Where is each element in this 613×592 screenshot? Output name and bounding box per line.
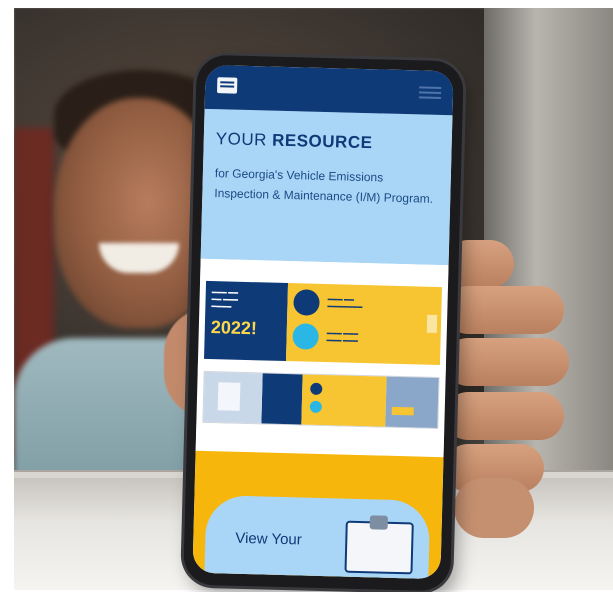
logo-icon[interactable] <box>216 77 238 94</box>
finger <box>444 392 564 440</box>
smartphone: YOUR RESOURCE for Georgia's Vehicle Emis… <box>183 54 464 592</box>
inspection-device-icon <box>344 520 414 575</box>
view-your-card[interactable]: View Your <box>204 494 431 580</box>
finger <box>444 286 564 334</box>
banner-photo-panel <box>385 376 439 429</box>
cta-section: View Your <box>192 450 444 580</box>
no-badge <box>292 323 319 350</box>
carousel-next-icon[interactable] <box>426 314 438 333</box>
banner-yellow-panel <box>301 374 387 427</box>
hero-description: for Georgia's Vehicle Emissions Inspecti… <box>214 166 434 206</box>
yes-badge <box>293 289 320 316</box>
promo-banner[interactable]: ▬▬▬ ▬▬ ▬▬ ▬▬▬ ▬▬▬▬ 2022! ▬▬▬ ▬▬ ▬▬▬▬▬▬▬ ▬▬▬… <box>204 280 442 366</box>
document-thumbnail <box>203 371 263 424</box>
answer-row-yes: ▬▬▬ ▬▬ ▬▬▬▬▬▬▬ <box>293 289 436 319</box>
banner-answers: ▬▬▬ ▬▬ ▬▬▬▬▬▬▬ ▬▬▬ ▬▬▬ ▬▬▬ ▬▬▬ <box>285 283 442 366</box>
banner-left-panel: ▬▬▬ ▬▬ ▬▬ ▬▬▬ ▬▬▬▬ 2022! <box>204 280 289 362</box>
hero-title-bold: RESOURCE <box>271 130 373 153</box>
answer-text-blurred: ▬▬▬ ▬▬ ▬▬▬▬▬▬▬ <box>327 296 363 311</box>
banner-navy-panel <box>261 373 303 425</box>
site-header <box>204 64 454 116</box>
wrist <box>454 478 534 538</box>
hero-title-regular: YOUR <box>215 129 268 150</box>
finger <box>444 338 569 386</box>
hero-section: YOUR RESOURCE for Georgia's Vehicle Emis… <box>200 108 453 266</box>
answer-text-blurred: ▬▬▬ ▬▬▬ ▬▬▬ ▬▬▬ <box>326 330 359 344</box>
hamburger-menu-icon[interactable] <box>419 86 442 89</box>
banner-small-text: ▬▬▬ ▬▬ ▬▬ ▬▬▬ ▬▬▬▬ <box>211 289 239 310</box>
promo-banner-secondary[interactable] <box>202 370 440 430</box>
phone-screen: YOUR RESOURCE for Georgia's Vehicle Emis… <box>192 64 454 580</box>
view-your-label: View Your <box>235 529 302 549</box>
answer-row-no: ▬▬▬ ▬▬▬ ▬▬▬ ▬▬▬ <box>292 323 435 353</box>
banner-year: 2022! <box>210 317 258 339</box>
hero-title: YOUR RESOURCE <box>216 129 440 155</box>
